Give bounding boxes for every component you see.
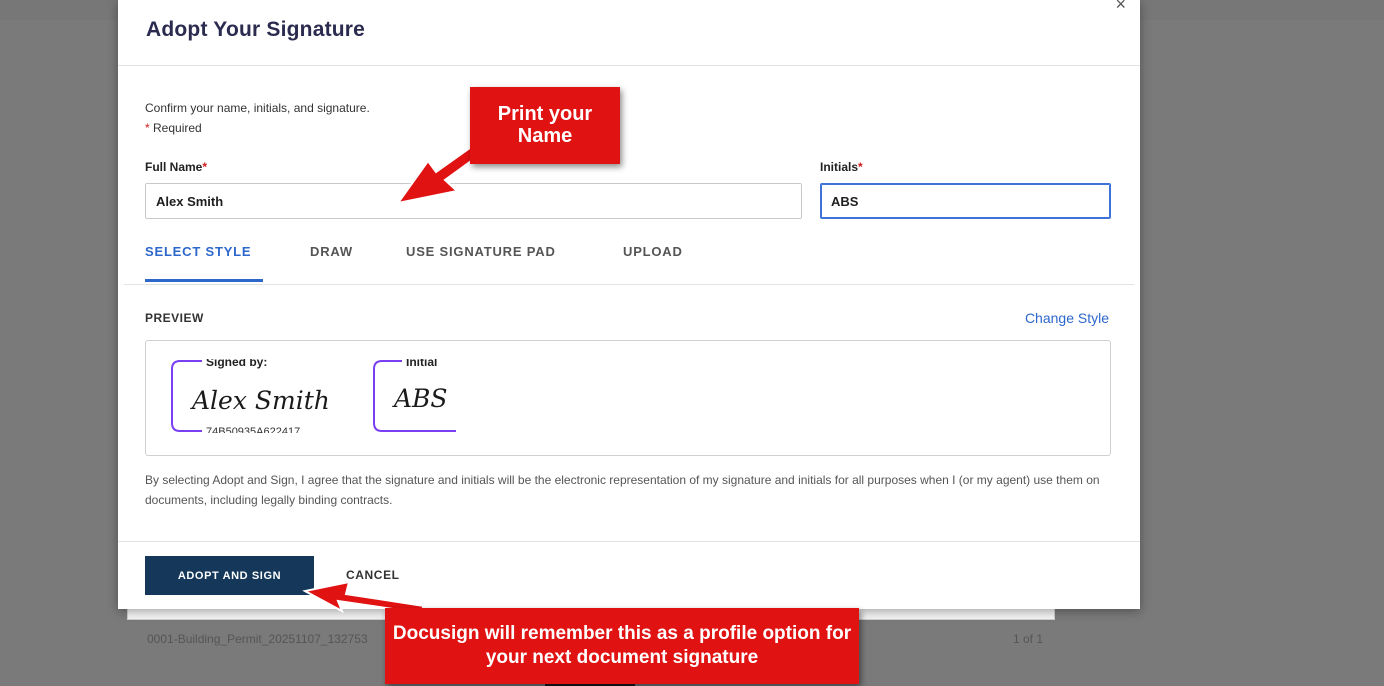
- docusign-profile-callout: Docusign will remember this as a profile…: [385, 608, 859, 684]
- cancel-button[interactable]: CANCEL: [346, 568, 400, 582]
- change-style-link[interactable]: Change Style: [1025, 310, 1109, 326]
- signed-by-label: Signed by:: [206, 359, 267, 369]
- signature-script: Alex Smith: [190, 386, 330, 415]
- signature-id: 74B50935A622417...: [206, 426, 309, 433]
- adopt-signature-dialog: Adopt Your Signature × Confirm your name…: [118, 0, 1140, 609]
- document-filename: 0001-Building_Permit_20251107_132753: [147, 632, 368, 646]
- tab-select-style[interactable]: SELECT STYLE: [145, 244, 251, 259]
- full-name-input[interactable]: [145, 183, 802, 219]
- initials-input[interactable]: [820, 183, 1111, 219]
- initials-label: Initials*: [820, 160, 863, 174]
- tab-upload[interactable]: UPLOAD: [623, 244, 683, 259]
- initial-label: Initial: [406, 359, 437, 369]
- required-note-text: Required: [153, 121, 202, 135]
- tab-use-signature-pad[interactable]: USE SIGNATURE PAD: [406, 244, 556, 259]
- adopt-and-sign-button[interactable]: ADOPT AND SIGN: [145, 556, 314, 595]
- signature-stamp: Signed by: Alex Smith 74B50935A622417...: [171, 359, 330, 433]
- active-tab-indicator: [145, 279, 263, 282]
- dialog-title: Adopt Your Signature: [146, 18, 366, 41]
- signature-preview: Signed by: Alex Smith 74B50935A622417...…: [145, 340, 1111, 456]
- full-name-label-text: Full Name: [145, 160, 203, 174]
- initial-stamp: Initial ABS: [373, 359, 456, 432]
- initials-required-star: *: [858, 160, 863, 174]
- full-name-label: Full Name*: [145, 160, 207, 174]
- required-note: * Required: [145, 121, 202, 135]
- preview-heading: PREVIEW: [145, 311, 204, 325]
- tabs-divider: [124, 284, 1134, 285]
- legal-disclaimer: By selecting Adopt and Sign, I agree tha…: [145, 473, 1100, 507]
- initials-label-text: Initials: [820, 160, 859, 174]
- intro-text: Confirm your name, initials, and signatu…: [145, 101, 370, 115]
- initial-script: ABS: [392, 384, 448, 413]
- close-icon[interactable]: ×: [1115, 0, 1126, 15]
- dialog-header: Adopt Your Signature ×: [118, 0, 1140, 66]
- print-name-callout: Print your Name: [470, 87, 620, 164]
- required-star: *: [145, 121, 150, 135]
- page-count: 1 of 1: [1012, 632, 1043, 646]
- full-name-required-star: *: [202, 160, 208, 174]
- footer-divider: [118, 541, 1140, 542]
- tab-draw[interactable]: DRAW: [310, 244, 353, 259]
